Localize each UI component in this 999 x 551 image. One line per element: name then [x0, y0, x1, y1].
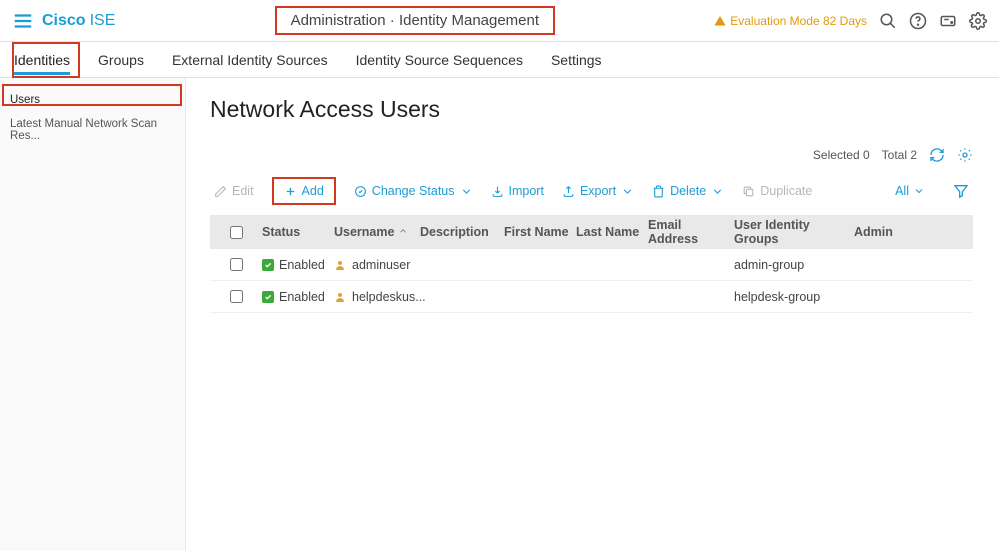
- evaluation-mode-label: Evaluation Mode 82 Days: [730, 14, 867, 28]
- brand-product: ISE: [90, 12, 116, 30]
- user-icon: [334, 259, 346, 271]
- filter-all-label: All: [895, 184, 909, 198]
- status-text: Enabled: [279, 290, 325, 304]
- user-icon: [334, 291, 346, 303]
- search-icon[interactable]: [879, 12, 897, 30]
- notifications-icon[interactable]: [939, 12, 957, 30]
- export-label: Export: [580, 184, 616, 198]
- sort-ascending-icon: [398, 225, 408, 239]
- duplicate-label: Duplicate: [760, 184, 812, 198]
- page-title: Network Access Users: [210, 96, 973, 123]
- change-status-icon: [354, 185, 367, 198]
- plus-icon: [284, 185, 297, 198]
- main-content: Network Access Users Selected 0 Total 2 …: [186, 78, 999, 551]
- highlight-box-add: Add: [272, 177, 336, 205]
- status-badge: Enabled: [262, 290, 325, 304]
- import-button[interactable]: Import: [491, 184, 544, 198]
- top-nav: Identities Groups External Identity Sour…: [0, 42, 999, 78]
- chevron-down-icon: [913, 185, 925, 197]
- duplicate-icon: [742, 185, 755, 198]
- tab-identities[interactable]: Identities: [14, 42, 70, 77]
- refresh-icon[interactable]: [929, 147, 945, 163]
- status-badge: Enabled: [262, 258, 325, 272]
- breadcrumb: Administration · Identity Management: [275, 6, 555, 35]
- username-text: helpdeskus...: [352, 290, 426, 304]
- chevron-down-icon: [460, 185, 473, 198]
- status-text: Enabled: [279, 258, 325, 272]
- users-table: Status Username Description First Name L…: [210, 215, 973, 313]
- filter-funnel-icon[interactable]: [953, 183, 969, 199]
- group-text: helpdesk-group: [734, 290, 854, 304]
- brand-name: Cisco: [42, 12, 86, 30]
- username-text: adminuser: [352, 258, 410, 272]
- status-enabled-icon: [262, 291, 274, 303]
- settings-gear-icon[interactable]: [969, 12, 987, 30]
- table-header: Status Username Description First Name L…: [210, 215, 973, 249]
- row-checkbox[interactable]: [230, 258, 243, 271]
- column-admin[interactable]: Admin: [854, 225, 914, 239]
- column-description[interactable]: Description: [420, 225, 504, 239]
- column-identity-groups[interactable]: User Identity Groups: [734, 218, 854, 246]
- sidebar-item-users[interactable]: Users: [0, 88, 185, 112]
- hamburger-menu-icon[interactable]: [12, 10, 34, 32]
- tab-identity-source-sequences[interactable]: Identity Source Sequences: [356, 42, 523, 77]
- table-row[interactable]: Enabled adminuser admin-group: [210, 249, 973, 281]
- evaluation-mode-badge[interactable]: Evaluation Mode 82 Days: [714, 14, 867, 28]
- edit-button[interactable]: Edit: [214, 184, 254, 198]
- import-label: Import: [509, 184, 544, 198]
- app-header: Cisco ISE Administration · Identity Mana…: [0, 0, 999, 42]
- change-status-label: Change Status: [372, 184, 455, 198]
- chevron-down-icon: [711, 185, 724, 198]
- export-button[interactable]: Export: [562, 184, 634, 198]
- change-status-button[interactable]: Change Status: [354, 184, 473, 198]
- select-all-checkbox[interactable]: [230, 226, 243, 239]
- column-email[interactable]: Email Address: [648, 218, 734, 246]
- sidebar: Users Latest Manual Network Scan Res...: [0, 78, 186, 551]
- help-icon[interactable]: [909, 12, 927, 30]
- column-username-label: Username: [334, 225, 394, 239]
- delete-label: Delete: [670, 184, 706, 198]
- tab-groups[interactable]: Groups: [98, 42, 144, 77]
- pencil-icon: [214, 185, 227, 198]
- sidebar-item-latest-scan[interactable]: Latest Manual Network Scan Res...: [0, 112, 185, 148]
- edit-label: Edit: [232, 184, 254, 198]
- status-enabled-icon: [262, 259, 274, 271]
- add-button[interactable]: Add: [284, 184, 324, 198]
- column-first-name[interactable]: First Name: [504, 225, 576, 239]
- trash-icon: [652, 185, 665, 198]
- filter-all-dropdown[interactable]: All: [895, 184, 925, 198]
- column-last-name[interactable]: Last Name: [576, 225, 648, 239]
- toolbar: Edit Add Change Status Import Export: [210, 171, 973, 215]
- group-text: admin-group: [734, 258, 854, 272]
- column-status[interactable]: Status: [262, 225, 334, 239]
- table-row[interactable]: Enabled helpdeskus... helpdesk-group: [210, 281, 973, 313]
- row-checkbox[interactable]: [230, 290, 243, 303]
- tab-external-identity-sources[interactable]: External Identity Sources: [172, 42, 328, 77]
- import-icon: [491, 185, 504, 198]
- export-icon: [562, 185, 575, 198]
- warning-icon: [714, 15, 726, 27]
- add-label: Add: [302, 184, 324, 198]
- selected-count: Selected 0: [813, 148, 870, 162]
- table-settings-gear-icon[interactable]: [957, 147, 973, 163]
- delete-button[interactable]: Delete: [652, 184, 724, 198]
- chevron-down-icon: [621, 185, 634, 198]
- total-count: Total 2: [882, 148, 917, 162]
- column-username[interactable]: Username: [334, 225, 420, 239]
- duplicate-button[interactable]: Duplicate: [742, 184, 812, 198]
- tab-settings[interactable]: Settings: [551, 42, 602, 77]
